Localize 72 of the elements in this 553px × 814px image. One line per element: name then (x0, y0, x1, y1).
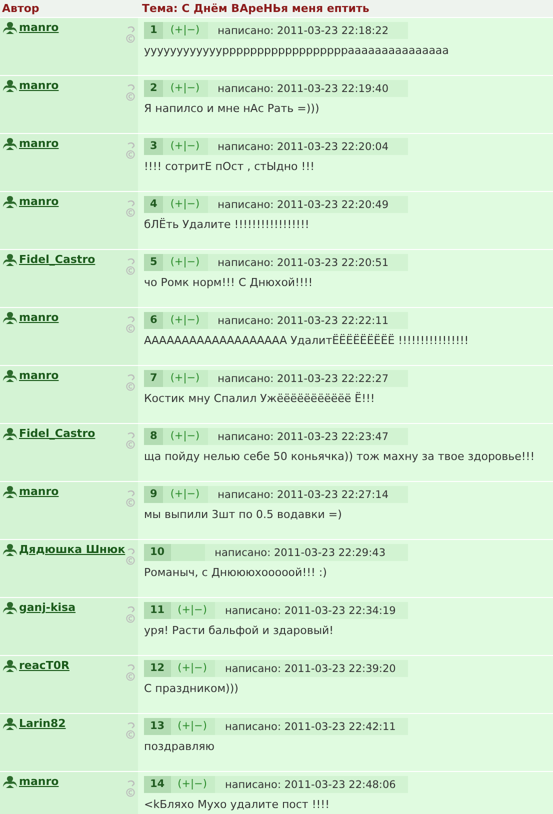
post-date: написано: 2011-03-23 22:27:14 (216, 488, 389, 500)
author-link[interactable]: manro (19, 369, 59, 382)
post-date: написано: 2011-03-23 22:18:22 (216, 24, 389, 36)
author-link[interactable]: reacT0R (19, 659, 70, 672)
copyright-icon[interactable] (126, 208, 135, 217)
post-text: ща пойду нелью себе 50 коньячка)) тож махну за твое здоровье!!! (144, 450, 536, 463)
post-number: 4 (144, 196, 164, 213)
author-link[interactable]: ganj-kisa (19, 601, 76, 614)
author-link[interactable]: manro (19, 311, 59, 324)
post-text: ААААААААААААААААААА УдалитЁЁЁЁЁЁЁЁЁ !!!!!!!!!!!!!!!! (144, 334, 470, 347)
post-number: 1 (144, 22, 164, 39)
post-text: бЛЁть Удалите !!!!!!!!!!!!!!!!! (144, 218, 310, 231)
post-text: Романыч, с Днюююхооооой!!! :) (144, 566, 328, 579)
post-date: написано: 2011-03-23 22:29:43 (214, 546, 386, 558)
author-link[interactable]: manro (19, 775, 59, 788)
post-text: мы выпили 3шт по 0.5 водавки =) (144, 508, 343, 521)
topic-title: Тема: С Днём ВАреНЬя меня ептить (141, 2, 370, 15)
copyright-icon[interactable] (126, 324, 135, 333)
post-text: Я напилсо и мне нАс Рать =))) (144, 102, 320, 115)
post-number: 6 (144, 312, 164, 329)
post-text: ууууууууууууррррррррррррррррррааааааааааааааа (144, 44, 450, 57)
post-number: 3 (144, 138, 164, 155)
author-link[interactable]: Fidel_Castro (19, 427, 96, 440)
copyright-icon[interactable] (126, 150, 135, 159)
post-date: написано: 2011-03-23 22:22:27 (216, 372, 389, 384)
copyright-icon[interactable] (126, 614, 135, 623)
author-link[interactable]: manro (19, 195, 59, 208)
copyright-icon[interactable] (126, 34, 135, 43)
author-link[interactable]: Fidel_Castro (19, 253, 96, 266)
post-number: 14 (144, 776, 171, 793)
post-number: 10 (144, 544, 171, 561)
author-link[interactable]: Дядюшка Шнюк (19, 543, 126, 556)
author-link[interactable]: manro (19, 137, 59, 150)
copyright-icon[interactable] (126, 672, 135, 681)
author-column-header: Автор (1, 2, 40, 15)
copyright-icon[interactable] (126, 92, 135, 101)
copyright-icon[interactable] (126, 266, 135, 275)
post-text: чо Ромк норм!!! С Днюхой!!!! (144, 276, 314, 289)
post-text: !!!! сотритЕ пОст , стЫдно !!! (144, 160, 316, 173)
author-link[interactable]: manro (19, 21, 59, 34)
post-date: написано: 2011-03-23 22:22:11 (216, 314, 389, 326)
author-link[interactable]: Larin82 (19, 717, 66, 730)
post-number: 5 (144, 254, 164, 271)
post-number: 11 (144, 602, 171, 619)
post-date: написано: 2011-03-23 22:20:49 (216, 198, 389, 210)
post-number: 2 (144, 80, 164, 97)
copyright-icon[interactable] (126, 556, 135, 565)
post-date: написано: 2011-03-23 22:19:40 (216, 82, 389, 94)
post-text: уря! Расти бальфой и здаровый! (144, 624, 335, 637)
post-date: написано: 2011-03-23 22:20:51 (216, 256, 389, 268)
post-number: 8 (144, 428, 164, 445)
post-date: написано: 2011-03-23 22:34:19 (224, 604, 396, 616)
post-date: написано: 2011-03-23 22:23:47 (216, 430, 389, 442)
post-number: 7 (144, 370, 164, 387)
post-text: поздравляю (144, 740, 216, 753)
post-text: С праздником))) (144, 682, 240, 695)
copyright-icon[interactable] (126, 440, 135, 449)
copyright-icon[interactable] (126, 382, 135, 391)
author-link[interactable]: manro (19, 485, 59, 498)
copyright-icon[interactable] (126, 788, 135, 797)
post-number: 13 (144, 718, 171, 735)
post-text: <kБляхо Мухо удалите пост !!!! (144, 798, 330, 811)
author-link[interactable]: manro (19, 79, 59, 92)
post-date: написано: 2011-03-23 22:48:06 (224, 778, 396, 790)
post-date: написано: 2011-03-23 22:20:04 (216, 140, 389, 152)
post-text: Костик мну Спалил Ужёёёёёёёёёёё Ё!!! (144, 392, 376, 405)
post-number: 9 (144, 486, 164, 503)
post-date: написано: 2011-03-23 22:39:20 (224, 662, 396, 674)
copyright-icon[interactable] (126, 730, 135, 739)
post-date: написано: 2011-03-23 22:42:11 (224, 720, 396, 732)
post-number: 12 (144, 660, 171, 677)
copyright-icon[interactable] (126, 498, 135, 507)
